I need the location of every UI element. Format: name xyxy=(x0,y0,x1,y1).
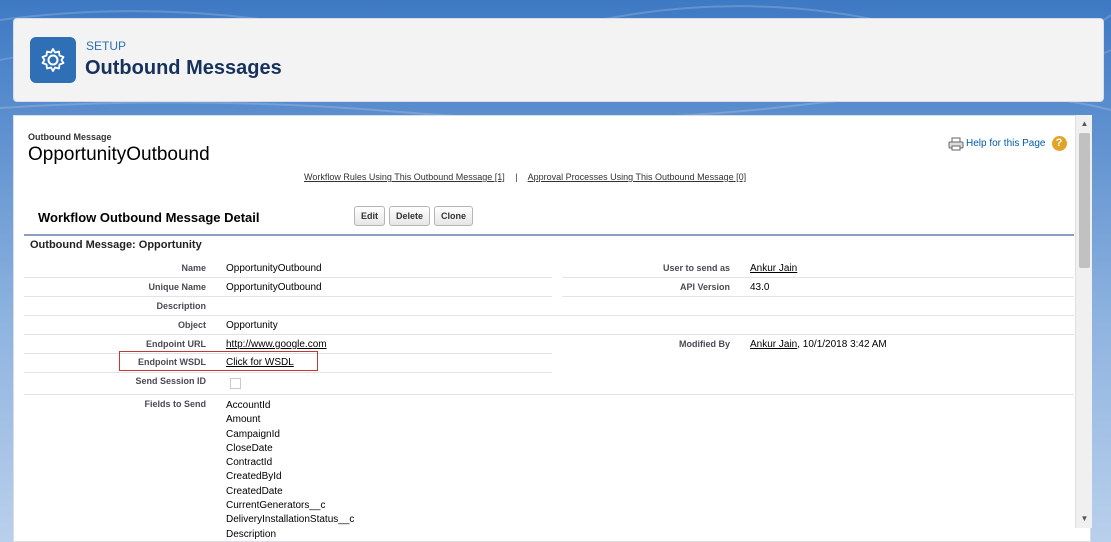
field-label-modified-by: Modified By xyxy=(679,339,730,349)
field-label-api-version: API Version xyxy=(679,282,730,292)
list-item: ContractId xyxy=(226,457,273,469)
row-divider xyxy=(562,277,1074,278)
field-label-endpoint-url: Endpoint URL xyxy=(146,339,206,349)
fields-to-send-list: AccountId Amount CampaignId CloseDate Co… xyxy=(226,399,355,541)
page-type-label: Outbound Message xyxy=(28,132,112,142)
list-item: CreatedById xyxy=(226,471,282,483)
help-for-this-page-link[interactable]: Help for this Page xyxy=(966,138,1046,149)
section-title: Outbound Message: Opportunity xyxy=(30,239,202,251)
row-divider xyxy=(24,277,552,278)
field-value-modified-by: Ankur Jain, 10/1/2018 3:42 AM xyxy=(750,339,887,350)
page-title: Outbound Messages xyxy=(85,57,282,79)
send-session-id-checkbox xyxy=(230,378,241,389)
detail-buttons: Edit Delete Clone xyxy=(354,206,477,226)
field-label-user-to-send-as: User to send as xyxy=(662,263,730,273)
setup-breadcrumb[interactable]: SETUP xyxy=(86,39,126,53)
endpoint-url-link[interactable]: http://www.google.com xyxy=(226,339,327,350)
vertical-scrollbar[interactable]: ▲ ▼ xyxy=(1075,115,1092,528)
setup-gear-icon xyxy=(30,37,76,83)
field-value-api-version: 43.0 xyxy=(750,282,770,293)
field-value-unique-name: OpportunityOutbound xyxy=(226,282,322,293)
record-name: OpportunityOutbound xyxy=(28,144,210,165)
click-for-wsdl-link[interactable]: Click for WSDL xyxy=(226,357,294,368)
row-divider xyxy=(24,334,1074,335)
list-item: CampaignId xyxy=(226,428,280,440)
row-divider xyxy=(24,394,1074,395)
printer-icon[interactable] xyxy=(948,137,964,151)
list-item: AccountId xyxy=(226,400,271,411)
field-value-object: Opportunity xyxy=(226,320,278,331)
list-item: Amount xyxy=(226,414,261,426)
detail-header: Workflow Outbound Message Detail Edit De… xyxy=(24,204,1074,236)
related-links: Workflow Rules Using This Outbound Messa… xyxy=(304,172,746,182)
scroll-up-arrow-icon[interactable]: ▲ xyxy=(1079,118,1090,129)
field-label-fields-to-send: Fields to Send xyxy=(144,399,206,409)
list-item: Description xyxy=(226,528,277,540)
approval-processes-link[interactable]: Approval Processes Using This Outbound M… xyxy=(528,172,746,182)
field-label-name: Name xyxy=(181,263,206,273)
edit-button[interactable]: Edit xyxy=(354,206,385,226)
row-divider xyxy=(24,315,1074,316)
row-divider xyxy=(562,296,1074,297)
related-links-separator: | xyxy=(515,172,518,182)
list-item: CreatedDate xyxy=(226,485,283,497)
field-value-name: OpportunityOutbound xyxy=(226,263,322,274)
modified-by-date: , 10/1/2018 3:42 AM xyxy=(797,339,887,350)
help-area: Help for this Page ? xyxy=(948,136,1067,151)
list-item: CurrentGenerators__c xyxy=(226,500,326,512)
field-label-unique-name: Unique Name xyxy=(148,282,206,292)
delete-button[interactable]: Delete xyxy=(389,206,431,226)
outbound-message-detail-frame: Outbound Message OpportunityOutbound Hel… xyxy=(13,115,1091,542)
field-label-description: Description xyxy=(156,301,206,311)
row-divider xyxy=(24,372,552,373)
list-item: CloseDate xyxy=(226,442,273,454)
field-label-object: Object xyxy=(177,320,206,330)
modified-by-user-link[interactable]: Ankur Jain xyxy=(750,339,797,350)
page-header: SETUP Outbound Messages xyxy=(13,18,1104,102)
list-item: DeliveryInstallationStatus__c xyxy=(226,514,355,526)
help-icon[interactable]: ? xyxy=(1051,136,1067,151)
detail-title: Workflow Outbound Message Detail xyxy=(38,210,260,225)
scroll-thumb[interactable] xyxy=(1079,133,1090,268)
scroll-down-arrow-icon[interactable]: ▼ xyxy=(1079,513,1090,524)
row-divider xyxy=(24,296,552,297)
field-label-endpoint-wsdl: Endpoint WSDL xyxy=(138,357,206,367)
user-to-send-as-link[interactable]: Ankur Jain xyxy=(750,263,797,274)
clone-button[interactable]: Clone xyxy=(434,206,474,226)
workflow-rules-link[interactable]: Workflow Rules Using This Outbound Messa… xyxy=(304,172,505,182)
field-label-send-session-id: Send Session ID xyxy=(135,376,206,386)
